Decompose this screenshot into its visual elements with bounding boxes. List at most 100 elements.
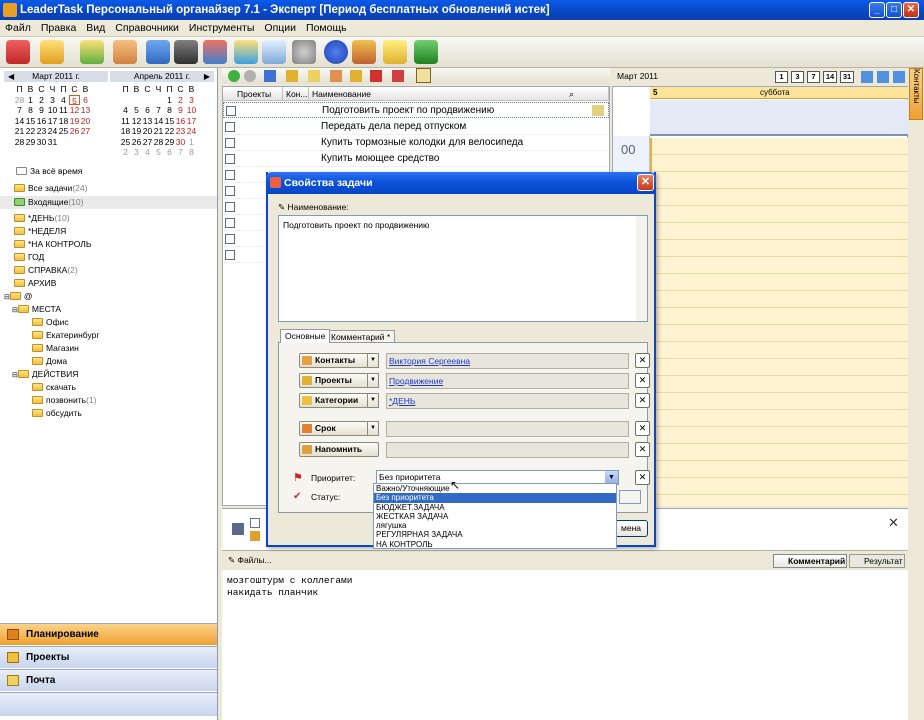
attach-icon[interactable] <box>250 531 260 541</box>
day[interactable]: 1 <box>25 95 36 106</box>
collapse-icon[interactable]: ⊟ <box>12 307 18 314</box>
remind-button[interactable]: Напомнить <box>299 442 379 457</box>
priority-option[interactable]: РЕГУЛЯРНАЯ ЗАДАЧА <box>374 530 616 539</box>
tree-week[interactable]: *НЕДЕЛЯ <box>14 225 66 238</box>
contacts-field[interactable]: Виктория Сергеевна <box>386 353 629 369</box>
task-checkbox[interactable] <box>225 186 235 196</box>
binoculars-icon[interactable] <box>174 40 198 64</box>
tab-result[interactable]: Результат <box>849 554 905 568</box>
day[interactable]: 25 <box>120 137 131 148</box>
task-checkbox[interactable] <box>225 122 235 132</box>
mail-icon[interactable] <box>40 40 64 64</box>
day[interactable]: 27 <box>80 126 91 137</box>
view-option-icon[interactable] <box>893 71 905 83</box>
clear-projects-icon[interactable]: ✕ <box>635 373 650 388</box>
day[interactable]: 4 <box>142 147 153 158</box>
clear-categories-icon[interactable]: ✕ <box>635 393 650 408</box>
day[interactable]: 3 <box>186 95 197 106</box>
minimize-icon[interactable]: _ <box>869 2 885 18</box>
day[interactable]: 16 <box>36 116 47 127</box>
tree-help[interactable]: СПРАВКА(2) <box>14 264 78 277</box>
day[interactable]: 11 <box>58 105 69 116</box>
task-row[interactable]: Купить тормозные колодки для велосипеда <box>223 135 609 151</box>
user-icon[interactable] <box>330 70 342 82</box>
day[interactable]: 8 <box>164 105 175 116</box>
day[interactable]: 24 <box>186 126 197 137</box>
settings-gear-icon[interactable] <box>292 40 316 64</box>
tree-archive[interactable]: АРХИВ <box>14 277 56 290</box>
view-14-days[interactable]: 14 <box>823 71 837 83</box>
day[interactable]: 19 <box>69 116 80 127</box>
task-row[interactable]: Передать дела перед отпуском <box>223 119 609 135</box>
day-selected[interactable]: 5 <box>69 94 80 106</box>
search-icon[interactable]: ⌕ <box>569 89 574 100</box>
menu-view[interactable]: Вид <box>81 20 110 36</box>
tree-actions[interactable]: ⊟ ДЕЙСТВИЯ <box>12 368 78 381</box>
day[interactable]: 7 <box>14 105 25 116</box>
task-checkbox[interactable] <box>225 234 235 244</box>
day[interactable]: 20 <box>80 116 91 127</box>
task-row[interactable]: Подготовить проект по продвижению <box>223 102 609 118</box>
tab-basic[interactable]: Основные <box>280 329 331 343</box>
menu-file[interactable]: Файл <box>0 20 36 36</box>
projects-dropdown-icon[interactable]: ▼ <box>367 373 379 388</box>
day[interactable]: 7 <box>175 147 186 158</box>
prev-month-icon[interactable]: ◀ <box>8 71 14 82</box>
contacts-side-tab[interactable]: Контакты <box>909 68 923 120</box>
tab-projects[interactable]: Проекты <box>0 646 217 668</box>
day[interactable]: 17 <box>47 116 58 127</box>
new-task-icon[interactable] <box>6 40 30 64</box>
day[interactable]: 20 <box>142 126 153 137</box>
day[interactable]: 26 <box>69 126 80 137</box>
day[interactable]: 9 <box>36 105 47 116</box>
col-contacts[interactable]: Кон... <box>283 87 309 101</box>
day[interactable]: 1 <box>164 95 175 106</box>
priority-option[interactable]: лягушка <box>374 521 616 530</box>
task-checkbox[interactable] <box>225 250 235 260</box>
dialog-close-icon[interactable]: ✕ <box>637 174 654 191</box>
menu-tools[interactable]: Инструменты <box>184 20 259 36</box>
day[interactable]: 29 <box>164 137 175 148</box>
tree-day[interactable]: *ДЕНЬ(10) <box>14 212 70 225</box>
sync-icon[interactable] <box>234 40 258 64</box>
day[interactable]: 28 <box>14 137 25 148</box>
menu-help[interactable]: Помощь <box>301 20 352 36</box>
day[interactable]: 17 <box>186 116 197 127</box>
categories-field[interactable]: *ДЕНЬ <box>386 393 629 409</box>
task-row[interactable]: Купить моющее средство <box>223 151 609 167</box>
day[interactable]: 14 <box>14 116 25 127</box>
day[interactable]: 27 <box>142 137 153 148</box>
chart-icon[interactable] <box>203 40 227 64</box>
files-button[interactable]: ✎ Файлы... <box>228 555 272 566</box>
day[interactable]: 4 <box>58 95 69 106</box>
day[interactable]: 5 <box>131 105 142 116</box>
back-icon[interactable] <box>228 70 240 82</box>
options-icon[interactable] <box>416 68 431 83</box>
view-7-days[interactable]: 7 <box>807 71 820 83</box>
day[interactable]: 5 <box>153 147 164 158</box>
tree-at[interactable]: ⊟ @ <box>4 290 33 303</box>
deadline-dropdown-icon[interactable]: ▼ <box>367 421 379 436</box>
maximize-icon[interactable]: □ <box>886 2 902 18</box>
mail-send-icon[interactable] <box>80 40 104 64</box>
day[interactable]: 19 <box>131 126 142 137</box>
task-checkbox[interactable] <box>225 138 235 148</box>
day[interactable]: 2 <box>120 147 131 158</box>
deadline-field[interactable] <box>386 421 629 437</box>
flag-icon[interactable] <box>370 70 382 82</box>
mail-icon[interactable] <box>308 70 320 82</box>
day[interactable]: 8 <box>186 147 197 158</box>
help-icon[interactable] <box>324 40 348 64</box>
filter-icon[interactable] <box>146 40 170 64</box>
tree-control[interactable]: *НА КОНТРОЛЬ <box>14 238 91 251</box>
view-31-days[interactable]: 31 <box>840 71 854 83</box>
details-checkbox[interactable] <box>250 518 260 528</box>
view-3-days[interactable]: 3 <box>791 71 804 83</box>
day[interactable]: 25 <box>58 126 69 137</box>
folder-icon[interactable] <box>350 70 362 82</box>
collapse-icon[interactable]: ⊟ <box>4 294 10 301</box>
col-name[interactable]: Наименование <box>309 87 609 101</box>
users-icon[interactable] <box>352 40 376 64</box>
day[interactable]: 2 <box>175 95 186 106</box>
menu-edit[interactable]: Правка <box>36 20 81 36</box>
